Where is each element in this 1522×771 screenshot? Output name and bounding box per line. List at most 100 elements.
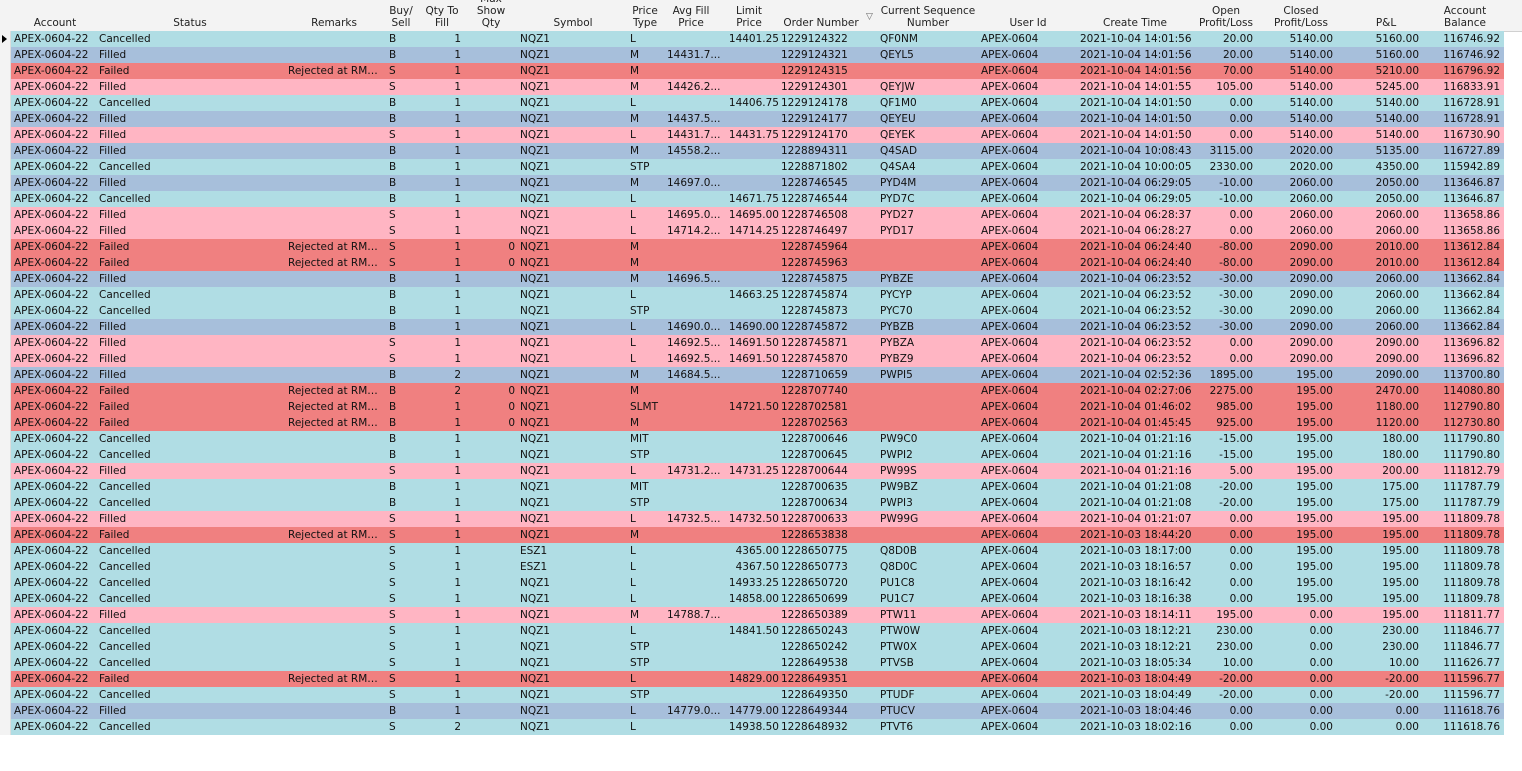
col-header-price-type[interactable]: Price Type — [628, 0, 662, 31]
table-row[interactable]: APEX-0604-22 Cancelled S 1 NQZ1 STP 1228650242… — [11, 639, 1504, 655]
cell-limit-price — [723, 159, 779, 175]
table-row[interactable]: APEX-0604-22 Filled B 1 NQZ1 M 14697.0... 12287… — [11, 175, 1504, 191]
table-row[interactable]: APEX-0604-22 Filled S 1 NQZ1 L 14731.2... 14731… — [11, 463, 1504, 479]
cell-symbol: NQZ1 — [520, 113, 550, 125]
row-selector-column[interactable] — [0, 31, 11, 735]
table-row[interactable]: APEX-0604-22 Cancelled S 1 NQZ1 L 14841.50 1228… — [11, 623, 1504, 639]
cell-buy-sell: B — [389, 385, 397, 397]
cell-max-show-qty — [471, 719, 515, 735]
col-header-pnl[interactable]: P&L — [1366, 0, 1406, 31]
cell-remarks: Rejected at RMS... — [288, 401, 383, 413]
table-row[interactable]: APEX-0604-22 Filled B 2 NQZ1 M 14684.5... 12287… — [11, 367, 1504, 383]
table-row[interactable]: APEX-0604-22 Cancelled B 1 NQZ1 STP 1228871802… — [11, 159, 1504, 175]
col-header-user-id[interactable]: User Id — [1000, 0, 1056, 31]
table-row[interactable]: APEX-0604-22 Filled B 1 NQZ1 L 14779.0... 14779… — [11, 703, 1504, 719]
table-row[interactable]: APEX-0604-22 Failed Rejected at RMS... S 1 NQ… — [11, 527, 1504, 543]
cell-account-balance: 113612.84 — [1443, 257, 1500, 269]
col-header-create-time[interactable]: Create Time — [1100, 0, 1170, 31]
table-row[interactable]: APEX-0604-22 Failed Rejected at RMS... S 1 NQ… — [11, 671, 1504, 687]
col-header-symbol[interactable]: Symbol — [548, 0, 598, 31]
cell-order-number: 1228650699 — [781, 593, 848, 605]
col-header-max-show-qty[interactable]: Max Show Qty — [466, 0, 516, 31]
cell-account-balance: 113662.84 — [1443, 289, 1500, 301]
table-row[interactable]: APEX-0604-22 Cancelled B 1 NQZ1 STP 1228745873… — [11, 303, 1504, 319]
table-row[interactable]: APEX-0604-22 Filled B 1 NQZ1 M 14437.5... 12291… — [11, 111, 1504, 127]
table-row[interactable]: APEX-0604-22 Cancelled B 1 NQZ1 STP 1228700634… — [11, 495, 1504, 511]
col-header-status[interactable]: Status — [100, 0, 280, 31]
col-header-qty-to-fill[interactable]: Qty To Fill — [420, 0, 464, 31]
table-row[interactable]: APEX-0604-22 Cancelled B 1 NQZ1 L 14671.75 1228… — [11, 191, 1504, 207]
col-header-account[interactable]: Account — [12, 0, 98, 31]
table-row[interactable]: APEX-0604-22 Cancelled S 1 ESZ1 L 4365.00 12286… — [11, 543, 1504, 559]
cell-symbol: NQZ1 — [520, 145, 550, 157]
cell-symbol: NQZ1 — [520, 289, 550, 301]
table-row[interactable]: APEX-0604-22 Filled S 1 NQZ1 L 14732.5... 14732… — [11, 511, 1504, 527]
table-row[interactable]: APEX-0604-22 Filled S 1 NQZ1 L 14692.5... 14691… — [11, 351, 1504, 367]
table-row[interactable]: APEX-0604-22 Cancelled B 1 NQZ1 L 14401.25 1229… — [11, 31, 1504, 47]
table-row[interactable]: APEX-0604-22 Cancelled B 1 NQZ1 MIT 1228700635… — [11, 479, 1504, 495]
table-row[interactable]: APEX-0604-22 Cancelled B 1 NQZ1 L 14663.25 1228… — [11, 287, 1504, 303]
table-row[interactable]: APEX-0604-22 Filled S 1 NQZ1 L 14695.0... 14695… — [11, 207, 1504, 223]
table-row[interactable]: APEX-0604-22 Filled B 1 NQZ1 M 14431.7... 12291… — [11, 47, 1504, 63]
cell-status: Filled — [99, 369, 127, 381]
table-row[interactable]: APEX-0604-22 Filled S 1 NQZ1 M 14426.2... 12291… — [11, 79, 1504, 95]
cell-avg-fill-price — [667, 31, 729, 47]
table-row[interactable]: APEX-0604-22 Failed Rejected at RMS... S 1 NQ… — [11, 63, 1504, 79]
cell-buy-sell: S — [389, 513, 396, 525]
table-row[interactable]: APEX-0604-22 Filled B 1 NQZ1 M 14696.5... 12287… — [11, 271, 1504, 287]
table-row[interactable]: APEX-0604-22 Cancelled S 1 NQZ1 STP 1228649350… — [11, 687, 1504, 703]
cell-account: APEX-0604-22 — [14, 33, 89, 45]
table-row[interactable]: APEX-0604-22 Filled S 1 NQZ1 L 14714.2... 14714… — [11, 223, 1504, 239]
col-header-avg-fill-price[interactable]: Avg Fill Price — [670, 0, 712, 31]
col-header-account-balance[interactable]: Account Balance — [1436, 0, 1494, 31]
col-header-remarks[interactable]: Remarks — [284, 0, 360, 31]
col-header-current-sequence-number[interactable]: Current Sequence Number — [878, 0, 978, 31]
cell-avg-fill-price — [667, 543, 729, 559]
table-row[interactable]: APEX-0604-22 Filled S 1 NQZ1 M 14788.7... 12286… — [11, 607, 1504, 623]
cell-account: APEX-0604-22 — [14, 369, 89, 381]
cell-sequence-number: PTW11 — [880, 609, 917, 621]
cell-account: APEX-0604-22 — [14, 161, 89, 173]
cell-account-balance: 113646.87 — [1443, 193, 1500, 205]
table-row[interactable]: APEX-0604-22 Cancelled S 1 NQZ1 L 14858.00 1228… — [11, 591, 1504, 607]
table-row[interactable]: APEX-0604-22 Failed Rejected at RMS... B 1 0 N… — [11, 399, 1504, 415]
cell-avg-fill-price — [667, 495, 729, 511]
table-row[interactable]: APEX-0604-22 Filled B 1 NQZ1 L 14690.0... 14690… — [11, 319, 1504, 335]
cell-closed-pl: 2090.00 — [1289, 337, 1333, 349]
cell-limit-price — [723, 47, 779, 63]
cell-remarks: Rejected at RMS... — [288, 65, 383, 77]
cell-limit-price: 14691.50 — [728, 337, 779, 349]
table-row[interactable]: APEX-0604-22 Cancelled B 1 NQZ1 MIT 1228700646… — [11, 431, 1504, 447]
table-row[interactable]: APEX-0604-22 Cancelled B 1 NQZ1 STP 1228700645… — [11, 447, 1504, 463]
col-header-closed-profit-loss[interactable]: Closed Profit/Loss — [1268, 0, 1334, 31]
table-row[interactable]: APEX-0604-22 Cancelled S 1 NQZ1 L 14933.25 1228… — [11, 575, 1504, 591]
cell-avg-fill-price: 14732.5... — [667, 513, 721, 525]
table-row[interactable]: APEX-0604-22 Cancelled B 1 NQZ1 L 14406.75 1229… — [11, 95, 1504, 111]
cell-status: Failed — [99, 385, 130, 397]
cell-avg-fill-price: 14431.7... — [667, 129, 721, 141]
cell-status: Cancelled — [99, 721, 151, 733]
table-row[interactable]: APEX-0604-22 Filled S 1 NQZ1 L 14431.7... 14431… — [11, 127, 1504, 143]
table-row[interactable]: APEX-0604-22 Failed Rejected at RMS... S 1 0 N… — [11, 239, 1504, 255]
cell-limit-price — [723, 447, 779, 463]
table-row[interactable]: APEX-0604-22 Filled B 1 NQZ1 M 14558.2... 12288… — [11, 143, 1504, 159]
table-row[interactable]: APEX-0604-22 Failed Rejected at RMS... S 1 0 N… — [11, 255, 1504, 271]
cell-status: Cancelled — [99, 97, 151, 109]
cell-symbol: NQZ1 — [520, 65, 550, 77]
cell-sequence-number: PW99G — [880, 513, 919, 525]
cell-open-pl: 10.00 — [1222, 657, 1253, 669]
table-row[interactable]: APEX-0604-22 Filled S 1 NQZ1 L 14692.5... 14691… — [11, 335, 1504, 351]
cell-limit-price: 14829.00 — [728, 673, 779, 685]
cell-open-pl: 0.00 — [1229, 513, 1253, 525]
table-row[interactable]: APEX-0604-22 Failed Rejected at RMS... B 2 0 N… — [11, 383, 1504, 399]
sort-descending-icon[interactable]: ▽ — [866, 12, 873, 22]
cell-buy-sell: S — [389, 561, 396, 573]
col-header-limit-price[interactable]: Limit Price — [730, 0, 768, 31]
table-row[interactable]: APEX-0604-22 Cancelled S 1 NQZ1 STP 1228649538… — [11, 655, 1504, 671]
table-row[interactable]: APEX-0604-22 Failed Rejected at RMS... B 1 0 N… — [11, 415, 1504, 431]
col-header-buy-sell[interactable]: Buy/ Sell — [386, 0, 416, 31]
table-row[interactable]: APEX-0604-22 Cancelled S 2 NQZ1 L 14938.50 1228… — [11, 719, 1504, 735]
col-header-open-profit-loss[interactable]: Open Profit/Loss — [1194, 0, 1258, 31]
col-header-order-number[interactable]: Order Number — [780, 0, 862, 31]
table-row[interactable]: APEX-0604-22 Cancelled S 1 ESZ1 L 4367.50 12286… — [11, 559, 1504, 575]
